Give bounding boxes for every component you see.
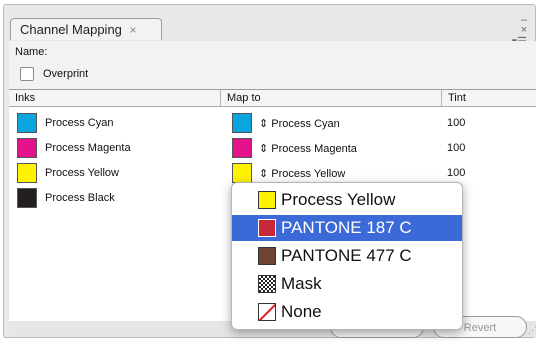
map-to-value: Process Yellow <box>271 168 346 180</box>
tab-label: Channel Mapping <box>20 22 122 37</box>
column-header-inks[interactable]: Inks <box>9 91 220 105</box>
overprint-label: Overprint <box>43 68 89 80</box>
ink-name: Process Cyan <box>45 117 114 129</box>
map-to-select[interactable]: ⇕ Process Yellow <box>259 167 345 180</box>
color-swatch-icon <box>258 191 276 209</box>
ink-name: Process Black <box>45 192 115 204</box>
map-to-dropdown-menu: Process Yellow PANTONE 187 C PANTONE 477… <box>231 182 463 330</box>
close-icon[interactable]: × <box>521 25 527 36</box>
ink-name: Process Magenta <box>45 142 131 154</box>
menu-item-none[interactable]: None <box>232 299 462 325</box>
ink-swatch <box>17 138 37 158</box>
tab-channel-mapping[interactable]: Channel Mapping × <box>10 18 162 40</box>
menu-item-label: Process Yellow <box>281 190 396 209</box>
color-swatch-icon <box>258 247 276 265</box>
map-to-value: Process Magenta <box>271 143 357 155</box>
menu-item-label: None <box>281 302 322 321</box>
tab-close-icon[interactable]: × <box>130 23 137 37</box>
menu-item-label: PANTONE 477 C <box>281 246 412 265</box>
map-swatch <box>232 113 252 133</box>
tint-value[interactable]: 100 <box>447 167 465 179</box>
column-header-tint[interactable]: Tint <box>442 91 536 105</box>
map-to-value: Process Cyan <box>271 118 340 130</box>
ink-swatch <box>17 113 37 133</box>
table-row[interactable]: Process Cyan ⇕ Process Cyan 100 <box>9 111 536 136</box>
stepper-icon: ⇕ <box>259 168 269 180</box>
resize-grip-icon[interactable]: ⋰ <box>528 325 537 336</box>
none-slash-icon <box>258 303 276 321</box>
table-header: Inks Map to Tint <box>9 90 536 107</box>
column-header-map-to[interactable]: Map to <box>221 91 441 105</box>
stepper-icon: ⇕ <box>259 143 269 155</box>
map-swatch <box>232 163 252 183</box>
name-label: Name: <box>15 46 48 58</box>
ink-swatch <box>17 188 37 208</box>
tint-value[interactable]: 100 <box>447 117 465 129</box>
menu-item-pantone-187-c[interactable]: PANTONE 187 C <box>232 215 462 241</box>
stepper-icon: ⇕ <box>259 118 269 130</box>
menu-item-label: Mask <box>281 274 322 293</box>
ink-swatch <box>17 163 37 183</box>
overprint-checkbox[interactable] <box>20 67 34 81</box>
table-row[interactable]: Process Magenta ⇕ Process Magenta 100 <box>9 136 536 161</box>
window-controls: – × <box>521 15 527 36</box>
overprint-option[interactable]: Overprint <box>20 67 88 81</box>
tint-value[interactable]: 100 <box>447 142 465 154</box>
map-swatch <box>232 138 252 158</box>
map-to-select[interactable]: ⇕ Process Magenta <box>259 142 357 155</box>
menu-item-mask[interactable]: Mask <box>232 271 462 297</box>
menu-item-label: PANTONE 187 C <box>281 218 412 237</box>
map-to-select[interactable]: ⇕ Process Cyan <box>259 117 340 130</box>
ink-name: Process Yellow <box>45 167 119 179</box>
menu-item-process-yellow[interactable]: Process Yellow <box>232 187 462 213</box>
color-swatch-icon <box>258 219 276 237</box>
checkerboard-icon <box>258 275 276 293</box>
menu-item-pantone-477-c[interactable]: PANTONE 477 C <box>232 243 462 269</box>
